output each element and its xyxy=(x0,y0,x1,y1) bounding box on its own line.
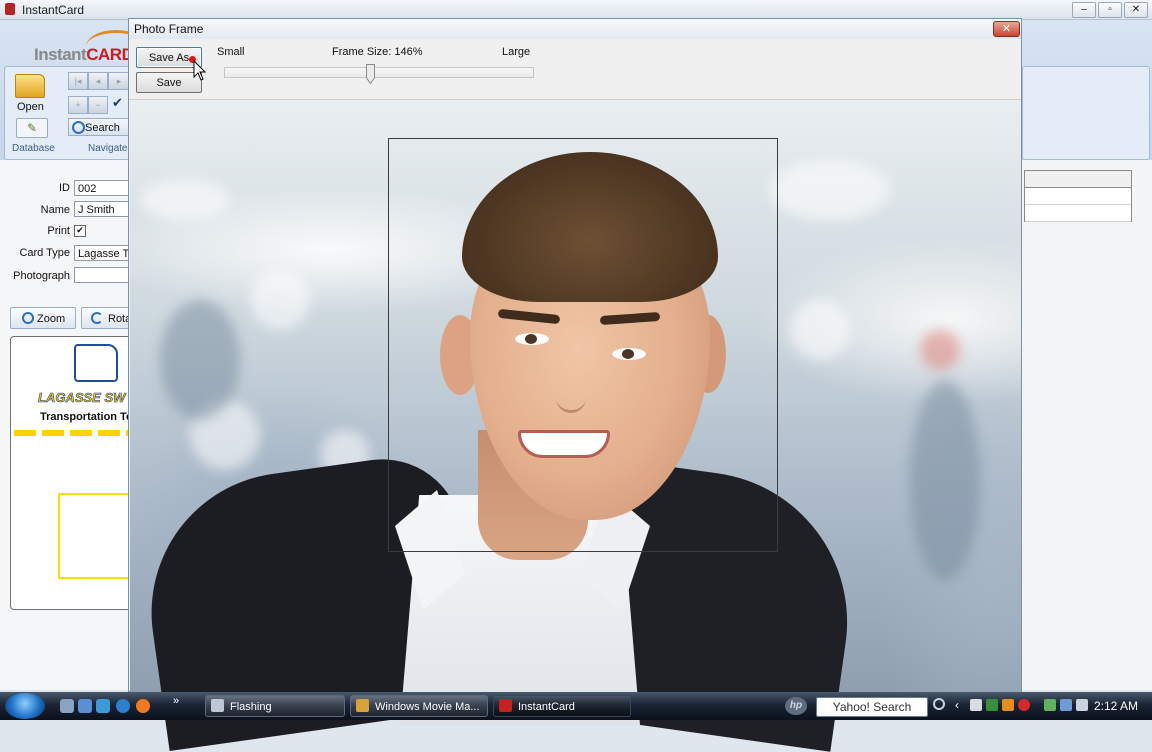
group-label-database: Database xyxy=(12,143,55,154)
media-player-icon[interactable] xyxy=(96,699,110,713)
dialog-close-button[interactable]: ✕ xyxy=(993,21,1020,37)
table-header-row xyxy=(1025,171,1131,188)
id-label: ID xyxy=(59,182,70,194)
check-icon[interactable]: ✔ xyxy=(112,95,123,111)
tray-icon-1[interactable] xyxy=(970,699,982,711)
card-tagline: Transportation Te xyxy=(40,411,133,423)
app-title: InstantCard xyxy=(22,3,85,17)
group-label-navigate: Navigate xyxy=(88,143,128,154)
logo-text-right: CARD xyxy=(86,45,134,64)
app-titlebar xyxy=(0,0,1152,20)
frame-size-label: Frame Size: 146% xyxy=(332,46,423,58)
quicklaunch-overflow-icon[interactable]: » xyxy=(173,695,179,707)
slider-min-label: Small xyxy=(217,46,245,58)
instantcard-icon xyxy=(499,699,512,712)
tray-icon-3[interactable] xyxy=(1002,699,1014,711)
delete-record-button[interactable]: − xyxy=(88,96,108,114)
next-record-button[interactable]: ▸ xyxy=(108,72,130,90)
app-logo: InstantCARD xyxy=(34,45,134,65)
dialog-titlebar[interactable] xyxy=(129,19,1021,39)
task-windows-movie-maker[interactable]: Windows Movie Ma... xyxy=(350,695,488,717)
yahoo-search-box[interactable]: Yahoo! Search xyxy=(816,697,928,717)
tray-icon-2[interactable] xyxy=(986,699,998,711)
search-go-icon[interactable] xyxy=(933,698,945,710)
table-row[interactable] xyxy=(1025,205,1131,222)
truck-logo-icon xyxy=(74,344,118,382)
print-label: Print xyxy=(47,225,70,237)
tray-icon-4[interactable] xyxy=(1018,699,1030,711)
slider-thumb[interactable] xyxy=(366,64,375,84)
task-flashing[interactable]: Flashing xyxy=(205,695,345,717)
start-button[interactable] xyxy=(5,693,45,719)
records-table[interactable] xyxy=(1024,170,1132,222)
card-stripes xyxy=(14,430,130,436)
minimize-button[interactable]: – xyxy=(1072,2,1096,18)
movie-maker-icon xyxy=(356,699,369,712)
search-icon xyxy=(72,121,85,134)
dialog-title: Photo Frame xyxy=(134,22,204,36)
rotate-icon xyxy=(91,312,103,324)
print-checkbox[interactable]: ✔ xyxy=(74,225,86,237)
mouse-cursor-icon xyxy=(193,60,207,81)
zoom-label: Zoom xyxy=(37,313,66,325)
magnifier-icon xyxy=(22,312,34,324)
folder-open-icon[interactable] xyxy=(15,74,45,98)
ribbon-group-right xyxy=(1022,66,1150,160)
window-icon xyxy=(211,699,224,712)
show-desktop-icon[interactable] xyxy=(60,699,74,713)
photograph-field[interactable] xyxy=(74,267,134,283)
name-field[interactable]: J Smith xyxy=(74,201,134,217)
name-label: Name xyxy=(40,204,70,216)
crop-frame[interactable] xyxy=(388,138,778,552)
maximize-button[interactable]: ▫ xyxy=(1098,2,1122,18)
right-panel xyxy=(1022,160,1152,690)
slider-max-label: Large xyxy=(502,46,531,58)
rotate-button[interactable]: Rota xyxy=(81,307,133,329)
zoom-button[interactable]: Zoom xyxy=(10,307,76,329)
close-app-button[interactable]: ✕ xyxy=(1124,2,1148,18)
add-record-button[interactable]: + xyxy=(68,96,88,114)
first-record-button[interactable]: |◂ xyxy=(68,72,88,90)
switch-windows-icon[interactable] xyxy=(78,699,92,713)
id-field[interactable]: 002 xyxy=(74,180,134,196)
hp-logo: hp xyxy=(785,697,807,715)
tray-expand-icon[interactable]: ‹ xyxy=(955,698,959,712)
task-instantcard[interactable]: InstantCard xyxy=(493,695,631,717)
firefox-icon[interactable] xyxy=(136,699,150,713)
open-button-label[interactable]: Open xyxy=(17,101,44,113)
volume-icon[interactable] xyxy=(1076,699,1088,711)
photograph-label: Photograph xyxy=(13,270,70,282)
edit-record-button[interactable]: ✎ xyxy=(16,118,48,138)
internet-explorer-icon[interactable] xyxy=(116,699,130,713)
tray-icon-5[interactable] xyxy=(1044,699,1056,711)
app-icon xyxy=(5,3,15,15)
card-type-label: Card Type xyxy=(19,247,70,259)
frame-size-slider[interactable] xyxy=(224,67,534,78)
card-type-select[interactable]: Lagasse Tra xyxy=(74,245,134,261)
card-brand-text: LAGASSE SW xyxy=(38,390,126,406)
network-icon[interactable] xyxy=(1060,699,1072,711)
logo-text-left: Instant xyxy=(34,45,87,64)
card-photo-placeholder xyxy=(58,493,130,579)
prev-record-button[interactable]: ◂ xyxy=(88,72,108,90)
table-row[interactable] xyxy=(1025,188,1131,205)
clock[interactable]: 2:12 AM xyxy=(1094,699,1138,713)
